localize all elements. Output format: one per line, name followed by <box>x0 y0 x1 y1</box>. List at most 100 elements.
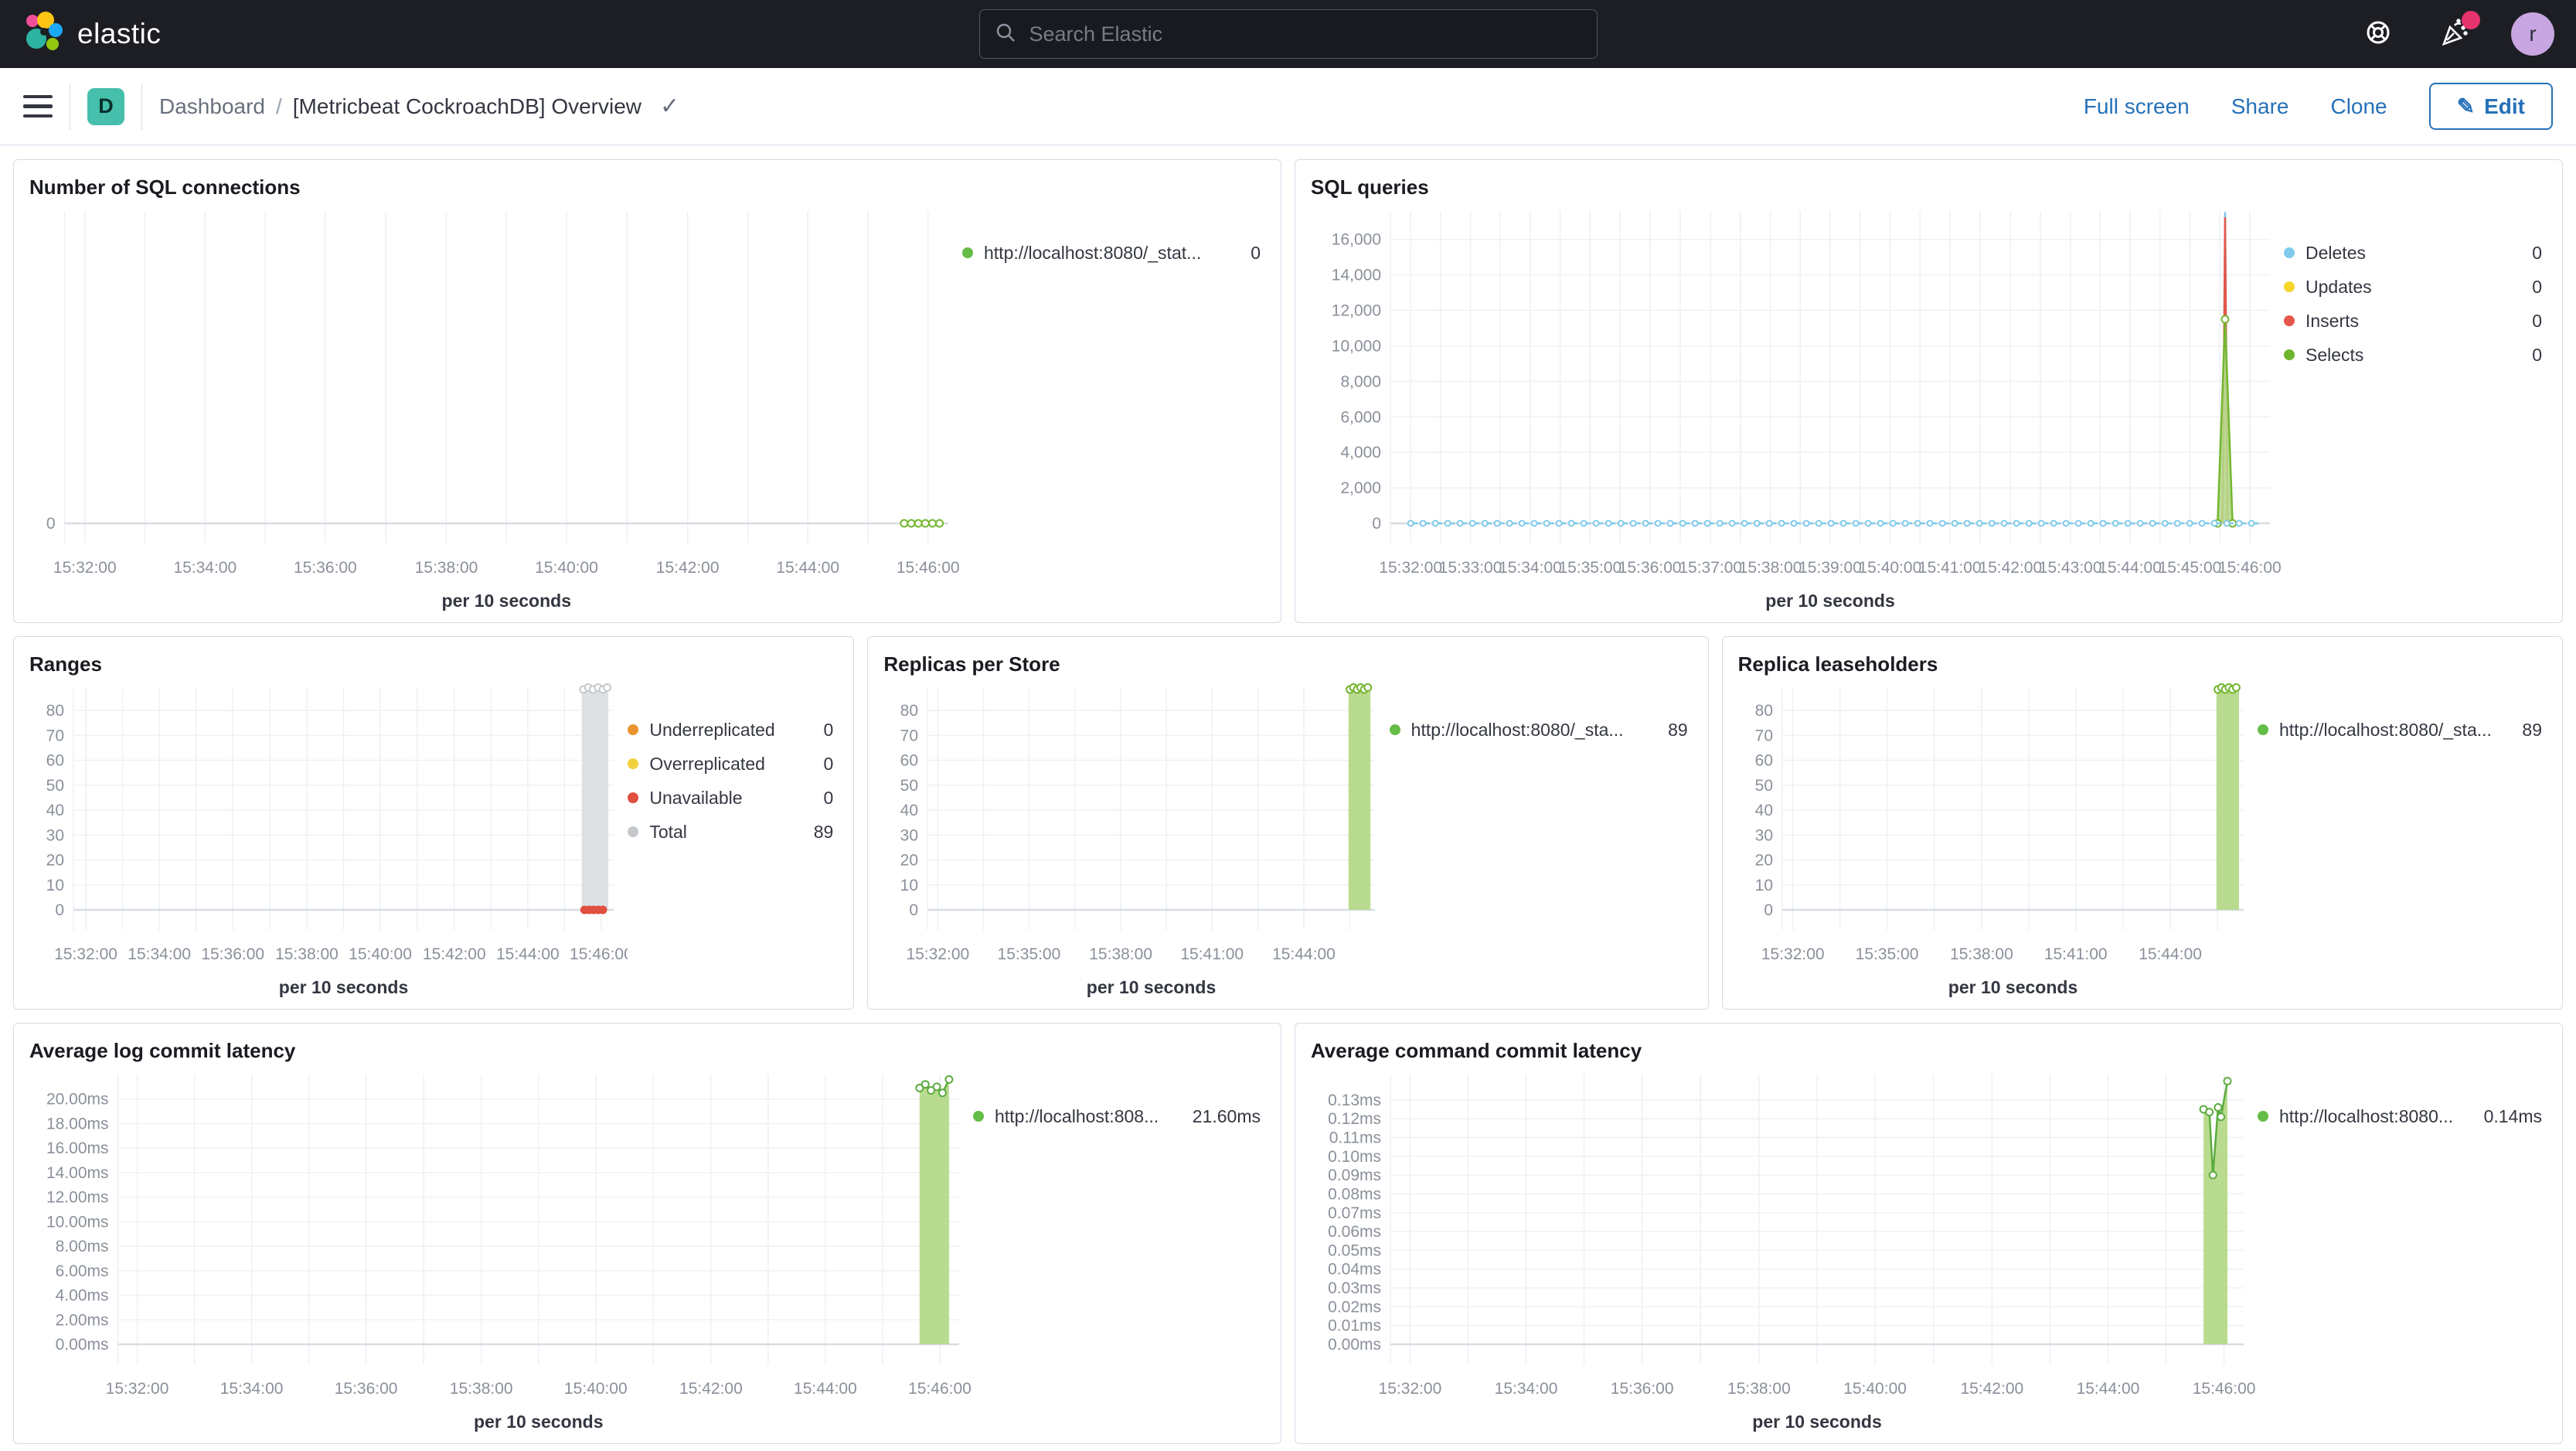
legend-value: 21.60ms <box>1192 1105 1261 1126</box>
svg-text:15:46:00: 15:46:00 <box>2193 1380 2256 1398</box>
replica-leaseholders-chart[interactable]: 0 10 20 30 40 50 60 70 80 15:32:00 15:35:00 15:38:0… <box>1738 677 2258 1000</box>
legend-label: Inserts <box>2305 310 2360 331</box>
legend-item[interactable]: Total 89 <box>628 815 833 849</box>
svg-text:12.00ms: 12.00ms <box>46 1189 109 1207</box>
menu-icon[interactable] <box>23 94 53 118</box>
pencil-icon: ✎ <box>2456 94 2476 118</box>
legend-item[interactable]: http://localhost:808... 21.60ms <box>973 1099 1261 1133</box>
legend-value: 0 <box>823 719 834 740</box>
svg-text:0: 0 <box>910 901 919 919</box>
help-icon <box>2360 15 2396 54</box>
svg-text:15:32:00: 15:32:00 <box>1379 559 1442 577</box>
legend-item[interactable]: http://localhost:8080... 0.14ms <box>2258 1099 2542 1133</box>
svg-text:15:40:00: 15:40:00 <box>535 559 598 577</box>
global-search[interactable] <box>978 9 1598 59</box>
svg-text:16,000: 16,000 <box>1332 231 1381 249</box>
panel-title: Ranges <box>29 652 102 676</box>
svg-text:50: 50 <box>46 777 64 795</box>
svg-text:15:44:00: 15:44:00 <box>1272 945 1336 963</box>
full-screen-button[interactable]: Full screen <box>2084 94 2190 119</box>
legend-item[interactable]: http://localhost:8080/_sta... 89 <box>2258 713 2542 747</box>
legend-value: 89 <box>1668 719 1688 740</box>
svg-text:15:46:00: 15:46:00 <box>897 559 960 577</box>
legend-item[interactable]: Inserts 0 <box>2284 304 2542 338</box>
svg-text:10,000: 10,000 <box>1332 337 1381 355</box>
svg-text:30: 30 <box>46 826 64 844</box>
chart-legend: Deletes 0 Updates 0 Inserts 0 Selects 0 <box>2284 200 2547 613</box>
panel-number-of-sql-connections: Number of SQL connections 0 15:32:00 15:34… <box>13 159 1281 623</box>
svg-text:15:40:00: 15:40:00 <box>349 945 412 963</box>
svg-text:15:42:00: 15:42:00 <box>656 559 720 577</box>
svg-text:20.00ms: 20.00ms <box>46 1091 109 1109</box>
legend-label: Underreplicated <box>649 719 775 740</box>
panel-ranges: Ranges 0 10 20 30 40 50 60 70 80 15:32:00 15:34:00… <box>13 636 855 1010</box>
svg-text:2.00ms: 2.00ms <box>56 1311 109 1329</box>
legend-label: Deletes <box>2305 242 2366 263</box>
svg-text:70: 70 <box>900 727 918 744</box>
help-button[interactable] <box>2357 12 2400 56</box>
replicas-per-store-chart[interactable]: 0 10 20 30 40 50 60 70 80 15:32:00 15:35:00 15:38:0… <box>883 677 1389 1000</box>
breadcrumb-dashboard-link[interactable]: Dashboard <box>159 94 265 119</box>
svg-text:15:38:00: 15:38:00 <box>1727 1380 1791 1398</box>
svg-text:per 10 seconds: per 10 seconds <box>442 591 571 611</box>
elastic-logo-icon <box>22 11 65 58</box>
avg-log-commit-latency-chart[interactable]: 0.00ms 2.00ms 4.00ms 6.00ms 8.00ms 10.00ms 12.… <box>29 1064 973 1434</box>
svg-text:15:42:00: 15:42:00 <box>423 945 486 963</box>
edit-button[interactable]: ✎ Edit <box>2428 83 2553 130</box>
svg-text:0.06ms: 0.06ms <box>1328 1223 1381 1241</box>
legend-item[interactable]: Overreplicated 0 <box>628 747 833 781</box>
svg-text:15:33:00: 15:33:00 <box>1439 559 1502 577</box>
ranges-chart[interactable]: 0 10 20 30 40 50 60 70 80 15:32:00 15:34:00 15:36:0… <box>29 677 633 1000</box>
svg-text:15:41:00: 15:41:00 <box>1181 945 1244 963</box>
svg-text:15:44:00: 15:44:00 <box>2077 1380 2140 1398</box>
search-input[interactable] <box>1027 21 1583 47</box>
sql-connections-chart[interactable]: 0 15:32:00 15:34:00 15:36:00 15:38:00 15:40:0… <box>29 200 962 613</box>
svg-text:0: 0 <box>46 515 56 533</box>
svg-text:4.00ms: 4.00ms <box>56 1287 109 1305</box>
svg-text:15:39:00: 15:39:00 <box>1798 559 1862 577</box>
legend-item[interactable]: http://localhost:8080/_stat... 0 <box>962 236 1261 270</box>
svg-text:15:40:00: 15:40:00 <box>564 1380 628 1398</box>
svg-text:15:41:00: 15:41:00 <box>1918 559 1982 577</box>
svg-text:15:32:00: 15:32:00 <box>54 945 117 963</box>
legend-swatch-icon <box>2284 247 2295 258</box>
chart-legend: http://localhost:8080/_sta... 89 <box>1389 677 1693 1000</box>
clone-button[interactable]: Clone <box>2330 94 2387 119</box>
panel-sql-queries: SQL queries 0 2,000 4,000 6,000 8,000 10,000 1… <box>1295 159 2563 623</box>
svg-text:0: 0 <box>1764 901 1773 919</box>
legend-item[interactable]: http://localhost:8080/_sta... 89 <box>1389 713 1688 747</box>
legend-item[interactable]: Unavailable 0 <box>628 781 833 815</box>
user-avatar[interactable]: r <box>2511 12 2554 56</box>
panel-title: SQL queries <box>1311 175 1429 199</box>
svg-text:6.00ms: 6.00ms <box>56 1262 109 1280</box>
svg-text:0.01ms: 0.01ms <box>1328 1317 1381 1335</box>
legend-label: http://localhost:8080/_sta... <box>2279 719 2492 740</box>
legend-item[interactable]: Underreplicated 0 <box>628 713 833 747</box>
panel-title: Replicas per Store <box>883 652 1060 676</box>
title-check-icon[interactable]: ✓ <box>660 93 679 120</box>
chart-legend: http://localhost:8080/_sta... 89 <box>2258 677 2547 1000</box>
legend-item[interactable]: Selects 0 <box>2284 338 2542 372</box>
sql-queries-chart[interactable]: 0 2,000 4,000 6,000 8,000 10,000 12,000 14,000 1… <box>1311 200 2284 613</box>
legend-item[interactable]: Deletes 0 <box>2284 236 2542 270</box>
svg-text:70: 70 <box>1754 727 1772 744</box>
breadcrumb-separator: / <box>275 94 282 118</box>
newsfeed-button[interactable] <box>2434 11 2480 56</box>
legend-label: http://localhost:8080/_sta... <box>1411 719 1624 740</box>
panel-replicas-per-store: Replicas per Store 0 10 20 30 40 50 60 70 80 15:3… <box>867 636 1709 1010</box>
legend-swatch-icon <box>2284 349 2295 360</box>
legend-item[interactable]: Updates 0 <box>2284 270 2542 304</box>
elastic-brand[interactable]: elastic <box>22 11 161 58</box>
svg-text:15:36:00: 15:36:00 <box>201 945 264 963</box>
svg-text:0.02ms: 0.02ms <box>1328 1298 1381 1316</box>
dashboard-content: Number of SQL connections 0 15:32:00 15:34… <box>0 145 2576 1444</box>
share-button[interactable]: Share <box>2231 94 2289 119</box>
svg-text:15:44:00: 15:44:00 <box>496 945 560 963</box>
legend-value: 0 <box>823 753 834 774</box>
breadcrumb: Dashboard / [Metricbeat CockroachDB] Ove… <box>159 93 679 120</box>
space-badge[interactable]: D <box>87 87 124 125</box>
legend-value: 0 <box>823 787 834 808</box>
avg-command-commit-latency-chart[interactable]: 0.00ms 0.01ms 0.02ms 0.03ms 0.04ms 0.05ms 0.06… <box>1311 1064 2258 1434</box>
svg-text:15:42:00: 15:42:00 <box>1960 1380 2023 1398</box>
svg-text:per 10 seconds: per 10 seconds <box>474 1412 603 1432</box>
